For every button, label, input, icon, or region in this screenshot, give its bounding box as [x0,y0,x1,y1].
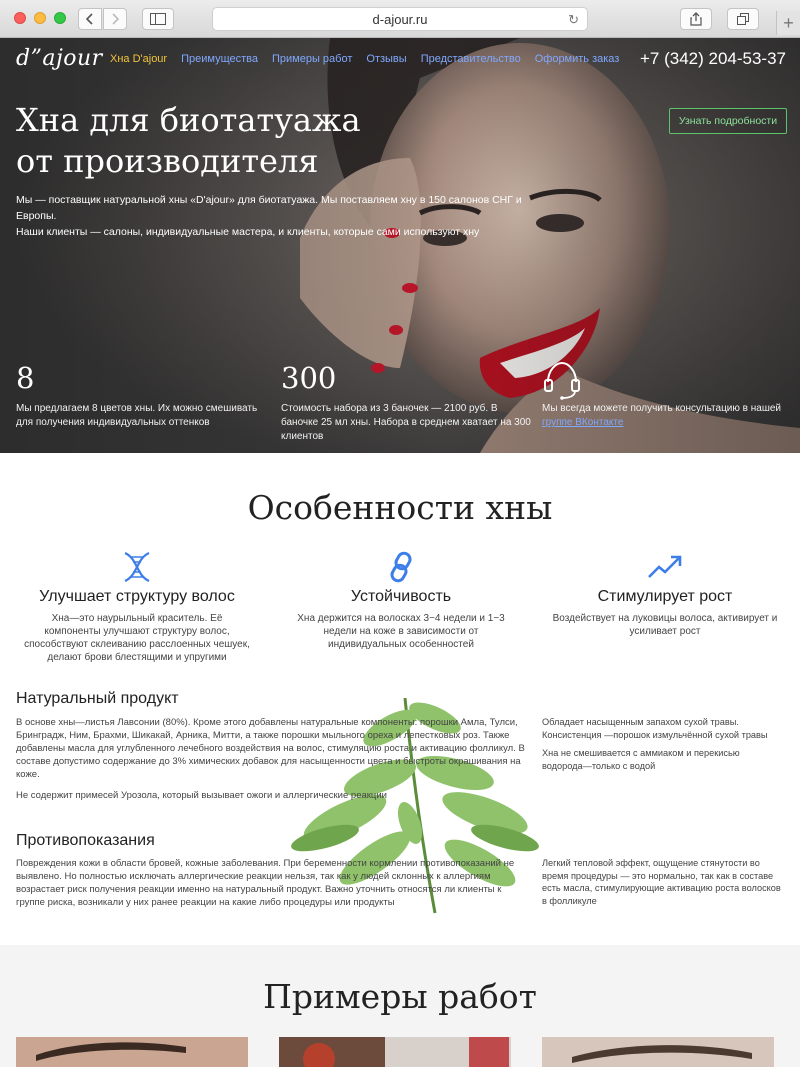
hero-title: Хна для биотатуажа от производителя [16,100,456,182]
close-window-button[interactable] [14,12,26,24]
phone-number[interactable]: +7 (342) 204-53-37 [640,49,786,69]
vk-group-link[interactable]: группе ВКонтакте [542,417,623,428]
contraindications-title: Противопоказания [16,832,155,849]
new-tab-button[interactable]: + [776,11,800,35]
hero-subtitle-line2: Наши клиенты — салоны, индивидуальные ма… [16,226,480,238]
feature-title: Улучшает структуру волос [39,588,235,605]
hero-section: d”ajour Хна D'ajour Преимущества Примеры… [0,38,800,453]
stat-text: Стоимость набора из 3 баночек — 2100 руб… [281,403,531,442]
feature-text: Хна—это наурыльный краситель. Её компоне… [24,613,250,663]
stat-text: Мы предлагаем 8 цветов хны. Их можно сме… [16,403,258,428]
contra-side-1: Легкий тепловой эффект, ощущение стянуто… [542,858,781,906]
stat-number: 300 [281,361,337,395]
work-photo[interactable] [279,1037,511,1067]
hero-subtitle-line1: Мы — поставщик натуральной хны «D'ajour»… [16,194,522,222]
features-title: Особенности хны [247,488,553,527]
work-photo[interactable] [16,1037,248,1067]
works-title: Примеры работ [263,977,537,1016]
stat-clients: 300 Стоимость набора из 3 баночек — 2100… [281,360,531,444]
chevron-right-icon [112,13,119,25]
reload-icon[interactable]: ↻ [568,12,579,28]
growth-chart-icon [648,555,682,578]
natural-side-2: Хна не смешивается с аммиаком и перекись… [542,748,740,771]
stat-number: 8 [16,361,35,395]
nav-item-examples[interactable]: Примеры работ [272,53,352,65]
feature-text: Хна держится на волосках 3−4 недели и 1−… [297,613,505,650]
url-text: d-ajour.ru [372,11,428,27]
stat-colors: 8 Мы предлагаем 8 цветов хны. Их можно с… [16,360,266,430]
dna-icon [124,552,150,582]
feature-title: Стимулирует рост [597,588,733,605]
headset-icon [544,361,580,400]
consultation-text: Мы всегда можете получить консультацию в… [542,403,782,414]
contraindications-text: Повреждения кожи в области бровей, кожны… [16,857,526,909]
eyebrow-closeup-photo [542,1037,774,1067]
minimize-window-button[interactable] [34,12,46,24]
tabs-icon [737,13,749,25]
natural-product-title: Натуральный продукт [16,690,179,707]
stat-consultation: Мы всегда можете получить консультацию в… [542,360,792,430]
sidebar-toggle-button[interactable] [142,8,174,30]
hero-subtitle: Мы — поставщик натуральной хны «D'ajour»… [16,192,536,240]
share-icon [690,12,702,26]
natural-paragraph-2: Не содержит примесей Урозола, который вы… [16,790,387,801]
tab-overview-button[interactable] [727,8,759,30]
nav-item-representation[interactable]: Представительство [421,53,521,65]
salon-photo [279,1037,511,1067]
nav-item-advantages[interactable]: Преимущества [181,53,258,65]
address-bar[interactable]: d-ajour.ru ↻ [212,7,588,31]
main-nav: Хна D'ajour Преимущества Примеры работ О… [110,53,619,65]
forward-button[interactable] [103,8,127,30]
share-button[interactable] [680,8,712,30]
feature-text: Воздействует на луковицы волоса, активир… [552,613,778,637]
chain-link-icon [390,551,412,583]
zoom-window-button[interactable] [54,12,66,24]
works-section: Примеры работ [0,945,800,1067]
nav-item-reviews[interactable]: Отзывы [366,53,406,65]
feature-title: Устойчивость [350,588,452,605]
feature-growth: Стимулирует рост Воздействует на луковиц… [540,550,790,638]
feature-structure: Улучшает структуру волос Хна—это наурыль… [12,550,262,664]
nav-item-henna[interactable]: Хна D'ajour [110,53,167,65]
back-button[interactable] [78,8,102,30]
headset-icon-wrap [542,360,792,400]
natural-paragraph-1: В основе хны—листья Лавсонии (80%). Кром… [16,717,525,780]
natural-product-text: В основе хны—листья Лавсонии (80%). Кром… [16,716,526,802]
nav-item-order[interactable]: Оформить заказ [535,53,620,65]
browser-toolbar: d-ajour.ru ↻ + [0,0,800,38]
hero-title-line2: от производителя [16,142,319,180]
eyebrow-photo [16,1037,248,1067]
contra-paragraph-1: Повреждения кожи в области бровей, кожны… [16,858,515,908]
contra-side-notes: Легкий тепловой эффект, ощущение стянуто… [542,857,782,907]
stat-text: Мы всегда можете получить консультацию в… [542,402,792,430]
chevron-left-icon [86,13,93,25]
learn-more-button[interactable]: Узнать подробности [669,108,787,134]
feature-durability: Устойчивость Хна держится на волосках 3−… [276,550,526,651]
sidebar-icon [150,13,166,25]
natural-side-notes: Обладает насыщенным запахом сухой травы.… [542,716,782,772]
work-photo[interactable] [542,1037,774,1067]
natural-side-1: Обладает насыщенным запахом сухой травы.… [542,717,768,740]
site-logo[interactable]: d”ajour [16,46,103,71]
hero-title-line1: Хна для биотатуажа [16,101,361,139]
